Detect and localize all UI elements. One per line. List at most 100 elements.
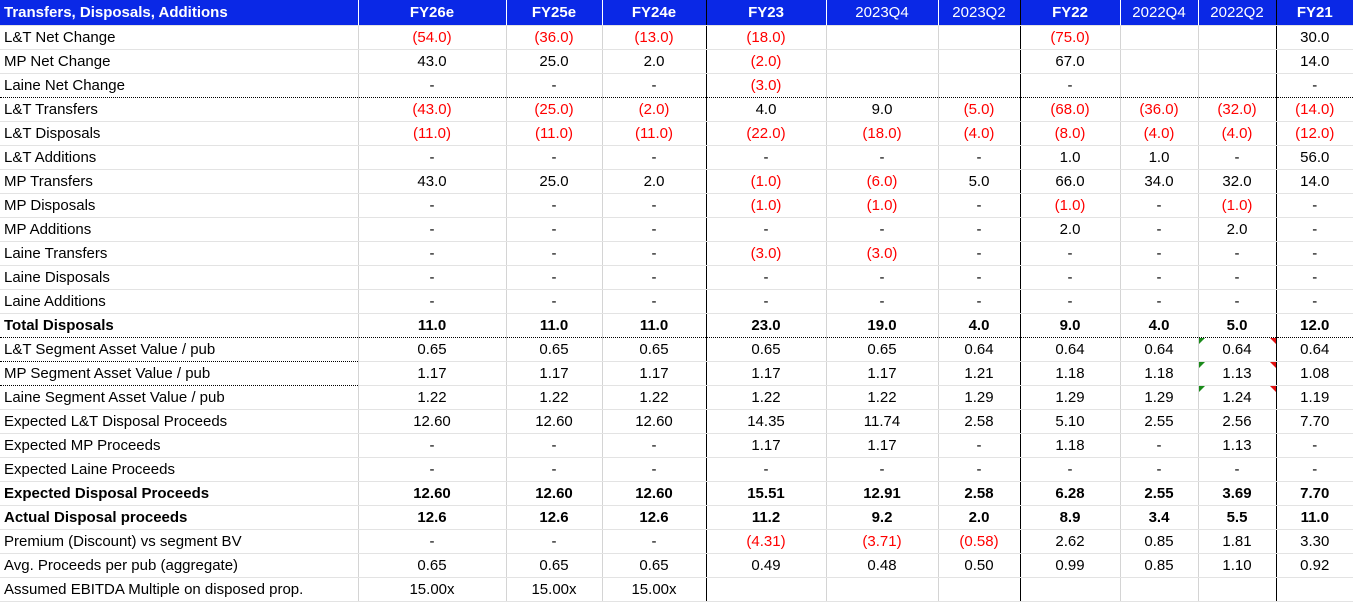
table-cell[interactable]: (3.0)	[705, 73, 826, 98]
column-header[interactable]: FY25e	[505, 0, 602, 26]
table-cell[interactable]	[1197, 49, 1276, 74]
table-cell[interactable]: 12.60	[357, 409, 506, 434]
table-cell[interactable]: 2.56	[1197, 409, 1276, 434]
table-cell[interactable]: -	[1019, 241, 1120, 266]
table-cell[interactable]: 1.21	[937, 361, 1020, 386]
table-cell[interactable]: -	[705, 217, 826, 242]
table-cell[interactable]: -	[1275, 217, 1353, 242]
row-label[interactable]: Premium (Discount) vs segment BV	[0, 529, 358, 554]
table-cell[interactable]: (1.0)	[1197, 193, 1276, 218]
column-header[interactable]: FY22	[1019, 0, 1120, 26]
table-cell[interactable]: 12.0	[1275, 313, 1353, 338]
column-header[interactable]: FY21	[1275, 0, 1353, 26]
table-cell[interactable]: 19.0	[825, 313, 938, 338]
table-cell[interactable]: -	[601, 529, 706, 554]
row-label[interactable]: MP Disposals	[0, 193, 358, 218]
table-cell[interactable]: -	[1275, 265, 1353, 290]
table-cell[interactable]: 1.29	[1119, 385, 1198, 410]
table-cell[interactable]: 0.65	[825, 337, 938, 362]
table-cell[interactable]: 23.0	[705, 313, 826, 338]
table-cell[interactable]: -	[1275, 241, 1353, 266]
table-cell[interactable]: 0.65	[505, 553, 602, 578]
table-cell[interactable]: 1.19	[1275, 385, 1353, 410]
table-cell[interactable]: -	[1119, 457, 1198, 482]
table-cell[interactable]	[937, 73, 1020, 98]
table-cell[interactable]: (12.0)	[1275, 121, 1353, 146]
table-cell[interactable]: 2.55	[1119, 481, 1198, 506]
table-cell[interactable]: (32.0)	[1197, 97, 1276, 122]
table-cell[interactable]: (43.0)	[357, 97, 506, 122]
table-cell[interactable]: 5.10	[1019, 409, 1120, 434]
table-cell[interactable]: -	[1119, 241, 1198, 266]
table-cell[interactable]: -	[1119, 265, 1198, 290]
row-label[interactable]: L&T Additions	[0, 145, 358, 170]
row-label[interactable]: Expected Laine Proceeds	[0, 457, 358, 482]
table-cell[interactable]: (3.0)	[705, 241, 826, 266]
table-cell[interactable]: 2.0	[601, 169, 706, 194]
row-label[interactable]: L&T Disposals	[0, 121, 358, 146]
table-cell[interactable]	[825, 73, 938, 98]
table-cell[interactable]	[1275, 577, 1353, 602]
table-cell[interactable]: 0.65	[601, 337, 706, 362]
row-label[interactable]: MP Additions	[0, 217, 358, 242]
table-cell[interactable]: (0.58)	[937, 529, 1020, 554]
table-cell[interactable]: -	[1119, 433, 1198, 458]
table-cell[interactable]: 0.85	[1119, 553, 1198, 578]
table-cell[interactable]	[825, 25, 938, 50]
table-cell[interactable]: 2.0	[1197, 217, 1276, 242]
table-cell[interactable]: -	[505, 433, 602, 458]
table-cell[interactable]: -	[1275, 73, 1353, 98]
row-label[interactable]: L&T Net Change	[0, 25, 358, 50]
table-cell[interactable]: 5.5	[1197, 505, 1276, 530]
table-cell[interactable]: -	[1119, 217, 1198, 242]
table-cell[interactable]: 43.0	[357, 49, 506, 74]
table-cell[interactable]: -	[357, 217, 506, 242]
table-cell[interactable]: -	[705, 289, 826, 314]
table-cell[interactable]: -	[1275, 457, 1353, 482]
table-cell[interactable]: 1.81	[1197, 529, 1276, 554]
column-header[interactable]: 2023Q2	[937, 0, 1020, 26]
table-cell[interactable]: 0.64	[937, 337, 1020, 362]
table-cell[interactable]: 0.64	[1119, 337, 1198, 362]
table-cell[interactable]: -	[1019, 73, 1120, 98]
table-cell[interactable]	[825, 49, 938, 74]
table-cell[interactable]: 12.91	[825, 481, 938, 506]
table-cell[interactable]: (2.0)	[601, 97, 706, 122]
table-cell[interactable]: 1.17	[705, 361, 826, 386]
table-cell[interactable]: -	[1119, 289, 1198, 314]
table-cell[interactable]: 11.0	[601, 313, 706, 338]
table-cell[interactable]: -	[1119, 193, 1198, 218]
table-cell[interactable]: 2.58	[937, 481, 1020, 506]
table-cell[interactable]: 0.50	[937, 553, 1020, 578]
table-cell[interactable]	[1197, 25, 1276, 50]
table-cell[interactable]: (36.0)	[505, 25, 602, 50]
table-cell[interactable]: 12.6	[357, 505, 506, 530]
table-cell[interactable]: 12.60	[505, 481, 602, 506]
table-cell[interactable]	[937, 49, 1020, 74]
table-cell[interactable]: 30.0	[1275, 25, 1353, 50]
table-cell[interactable]: 1.0	[1019, 145, 1120, 170]
table-cell[interactable]	[1119, 49, 1198, 74]
table-cell[interactable]: 14.0	[1275, 169, 1353, 194]
table-cell[interactable]: 0.64	[1197, 337, 1276, 362]
table-cell[interactable]: 1.22	[705, 385, 826, 410]
table-cell[interactable]: 3.69	[1197, 481, 1276, 506]
table-cell[interactable]: -	[357, 265, 506, 290]
table-cell[interactable]: (68.0)	[1019, 97, 1120, 122]
table-cell[interactable]: 14.35	[705, 409, 826, 434]
table-cell[interactable]: -	[357, 457, 506, 482]
table-cell[interactable]: 0.65	[601, 553, 706, 578]
row-label[interactable]: Actual Disposal proceeds	[0, 505, 358, 530]
table-cell[interactable]: -	[705, 145, 826, 170]
table-cell[interactable]: -	[1197, 145, 1276, 170]
table-cell[interactable]: 2.0	[601, 49, 706, 74]
table-cell[interactable]: 1.10	[1197, 553, 1276, 578]
table-cell[interactable]: 6.28	[1019, 481, 1120, 506]
table-cell[interactable]: 1.13	[1197, 433, 1276, 458]
table-cell[interactable]: 11.0	[1275, 505, 1353, 530]
table-cell[interactable]: -	[825, 145, 938, 170]
table-cell[interactable]: 1.17	[601, 361, 706, 386]
table-cell[interactable]: 14.0	[1275, 49, 1353, 74]
table-cell[interactable]: (25.0)	[505, 97, 602, 122]
table-cell[interactable]: 0.65	[505, 337, 602, 362]
